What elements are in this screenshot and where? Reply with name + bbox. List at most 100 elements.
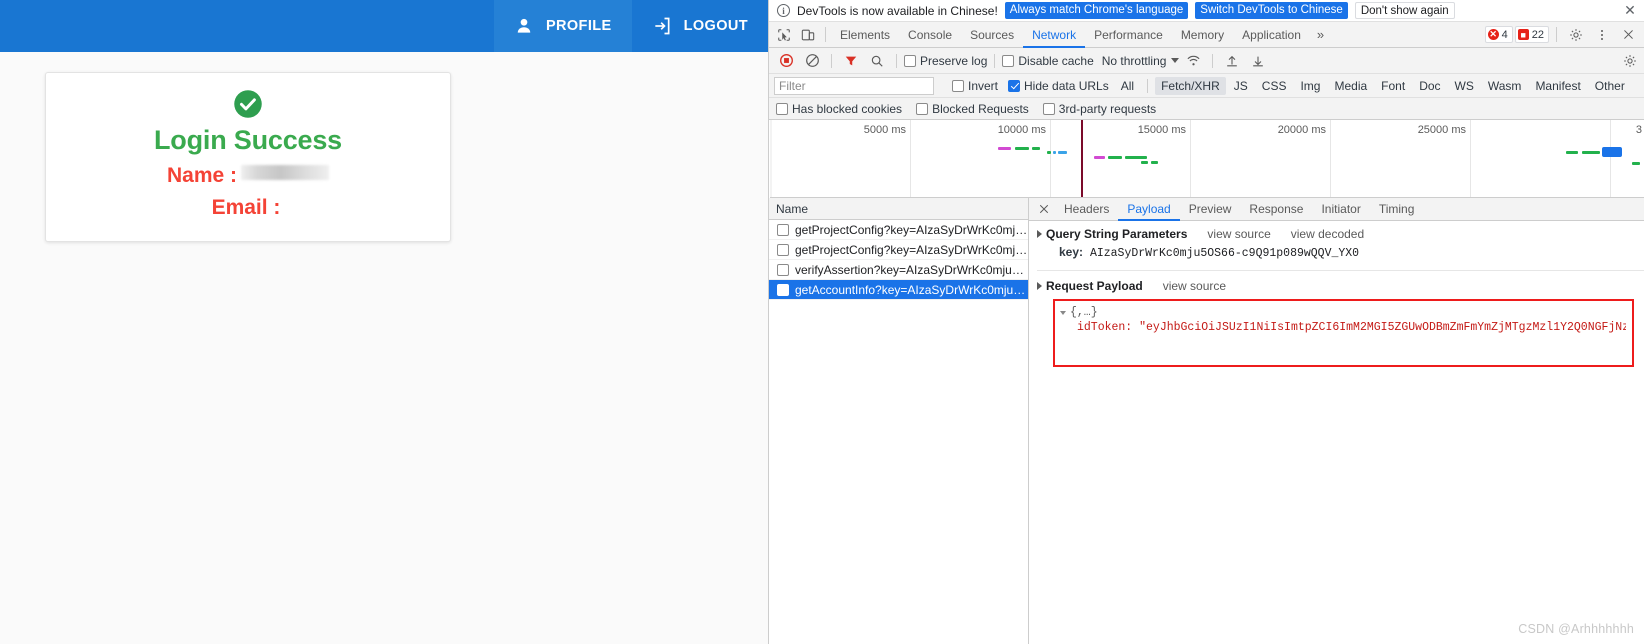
request-payload-highlight-box: {,…} idToken: "eyJhbGciOiJSUzI1NiIsImtpZ… — [1053, 299, 1634, 367]
preserve-log-box[interactable] — [904, 54, 916, 67]
network-settings-gear-icon[interactable] — [1620, 49, 1644, 73]
request-row-4-selected[interactable]: getAccountInfo?key=AIzaSyDrWrKc0mju5O... — [769, 280, 1028, 300]
throttling-dropdown[interactable]: No throttling — [1096, 54, 1180, 68]
invert-checkbox[interactable]: Invert — [952, 79, 998, 93]
detail-tab-response[interactable]: Response — [1240, 198, 1312, 221]
filter-type-divider — [1147, 78, 1149, 93]
request-list-column-header[interactable]: Name — [769, 198, 1028, 220]
import-har-icon[interactable] — [1220, 49, 1244, 73]
overview-gridline — [910, 120, 911, 197]
warning-count-badge[interactable]: ■ 22 — [1514, 26, 1549, 43]
app-toolbar: PROFILE LOGOUT — [0, 0, 768, 52]
hide-data-urls-box[interactable] — [1008, 79, 1021, 92]
collapse-triangle-icon[interactable] — [1037, 230, 1042, 238]
filter-type-all[interactable]: All — [1115, 77, 1140, 95]
query-view-decoded-link[interactable]: view decoded — [1291, 227, 1364, 241]
blocked-requests-box[interactable] — [916, 102, 929, 115]
overview-tick-30000: 3 — [1635, 124, 1642, 136]
overview-gridline — [1050, 120, 1051, 197]
detail-tab-timing[interactable]: Timing — [1370, 198, 1424, 221]
filter-type-fetch-xhr[interactable]: Fetch/XHR — [1155, 76, 1226, 95]
collapse-triangle-icon[interactable] — [1037, 282, 1042, 290]
filter-type-img[interactable]: Img — [1294, 77, 1326, 95]
export-har-icon[interactable] — [1246, 49, 1270, 73]
request-payload-title: Request Payload — [1046, 279, 1143, 293]
query-view-source-link[interactable]: view source — [1207, 227, 1270, 241]
overview-request-bar — [998, 147, 1011, 150]
close-detail-icon[interactable] — [1033, 198, 1055, 220]
request-row-3[interactable]: verifyAssertion?key=AIzaSyDrWrKc0mju5OS.… — [769, 260, 1028, 280]
hide-data-urls-checkbox[interactable]: Hide data URLs — [1008, 79, 1109, 93]
filter-type-font[interactable]: Font — [1375, 77, 1411, 95]
filter-input[interactable] — [774, 76, 934, 95]
record-stop-icon[interactable] — [774, 49, 798, 73]
search-icon[interactable] — [865, 49, 889, 73]
network-conditions-icon[interactable] — [1181, 49, 1205, 73]
request-row-2[interactable]: getProjectConfig?key=AIzaSyDrWrKc0mju5..… — [769, 240, 1028, 260]
filter-type-wasm[interactable]: Wasm — [1482, 77, 1528, 95]
overview-time-cursor[interactable] — [1081, 120, 1083, 197]
has-blocked-cookies-checkbox[interactable]: Has blocked cookies — [776, 102, 902, 116]
error-count-badge[interactable]: ✕ 4 — [1484, 26, 1513, 43]
clear-icon[interactable] — [800, 49, 824, 73]
close-devtools-icon[interactable] — [1616, 23, 1640, 47]
filter-type-manifest[interactable]: Manifest — [1529, 77, 1586, 95]
tab-elements[interactable]: Elements — [831, 22, 899, 48]
logout-button-label: LOGOUT — [683, 18, 748, 34]
disable-cache-box[interactable] — [1002, 54, 1015, 67]
filter-type-js[interactable]: JS — [1228, 77, 1254, 95]
tab-console[interactable]: Console — [899, 22, 961, 48]
detail-tab-preview[interactable]: Preview — [1180, 198, 1241, 221]
expand-triangle-icon[interactable] — [1060, 311, 1066, 315]
request-row-checkbox[interactable] — [777, 243, 789, 256]
overview-gridline — [1190, 120, 1191, 197]
tab-application[interactable]: Application — [1233, 22, 1310, 48]
preserve-log-checkbox[interactable]: Preserve log — [904, 54, 987, 68]
switch-to-chinese-button[interactable]: Switch DevTools to Chinese — [1195, 2, 1348, 19]
kebab-menu-icon[interactable] — [1590, 23, 1614, 47]
detail-tab-headers[interactable]: Headers — [1055, 198, 1118, 221]
filter-type-css[interactable]: CSS — [1256, 77, 1293, 95]
dont-show-again-button[interactable]: Don't show again — [1354, 2, 1455, 19]
request-row-checkbox[interactable] — [777, 223, 789, 236]
payload-object-row[interactable]: {,…} — [1060, 306, 1626, 319]
third-party-requests-checkbox[interactable]: 3rd-party requests — [1042, 102, 1156, 116]
gear-icon[interactable] — [1564, 23, 1588, 47]
logout-button[interactable]: LOGOUT — [631, 0, 768, 52]
payload-idtoken-row: idToken: "eyJhbGciOiJSUzI1NiIsImtpZCI6Im… — [1077, 321, 1626, 334]
filter-type-ws[interactable]: WS — [1449, 77, 1480, 95]
disable-cache-checkbox[interactable]: Disable cache — [1002, 54, 1094, 68]
device-toolbar-icon[interactable] — [796, 23, 820, 47]
blocked-requests-checkbox[interactable]: Blocked Requests — [916, 102, 1029, 116]
always-match-language-button[interactable]: Always match Chrome's language — [1004, 2, 1189, 19]
page-title: Login Success — [154, 125, 342, 155]
tab-network[interactable]: Network — [1023, 22, 1085, 48]
filter-funnel-icon[interactable] — [839, 49, 863, 73]
tab-memory[interactable]: Memory — [1172, 22, 1233, 48]
request-row-1[interactable]: getProjectConfig?key=AIzaSyDrWrKc0mju5..… — [769, 220, 1028, 240]
request-row-checkbox[interactable] — [777, 263, 789, 276]
overview-request-bar — [1047, 151, 1051, 154]
profile-button[interactable]: PROFILE — [493, 0, 632, 52]
name-field-row: Name : — [46, 164, 450, 188]
has-blocked-cookies-box[interactable] — [776, 102, 788, 115]
third-party-requests-box[interactable] — [1042, 102, 1055, 115]
invert-box[interactable] — [952, 79, 964, 92]
more-tabs-icon[interactable]: » — [1310, 27, 1331, 42]
tab-performance[interactable]: Performance — [1085, 22, 1172, 48]
email-field-row: Email : — [46, 196, 450, 220]
language-banner: i DevTools is now available in Chinese! … — [769, 0, 1644, 22]
request-row-checkbox[interactable] — [777, 283, 789, 296]
detail-tab-payload[interactable]: Payload — [1118, 198, 1179, 221]
preserve-log-label: Preserve log — [920, 53, 988, 68]
filter-type-other[interactable]: Other — [1589, 77, 1631, 95]
network-overview-timeline[interactable]: 5000 ms 10000 ms 15000 ms 20000 ms 25000… — [770, 120, 1644, 198]
filter-type-media[interactable]: Media — [1328, 77, 1373, 95]
filter-type-doc[interactable]: Doc — [1413, 77, 1446, 95]
tab-sources[interactable]: Sources — [961, 22, 1023, 48]
inspect-element-icon[interactable] — [772, 23, 796, 47]
detail-tab-initiator[interactable]: Initiator — [1312, 198, 1369, 221]
toolbar-divider-4 — [1212, 53, 1214, 68]
banner-close-icon[interactable]: ✕ — [1622, 2, 1638, 19]
payload-view-source-link[interactable]: view source — [1163, 279, 1226, 293]
